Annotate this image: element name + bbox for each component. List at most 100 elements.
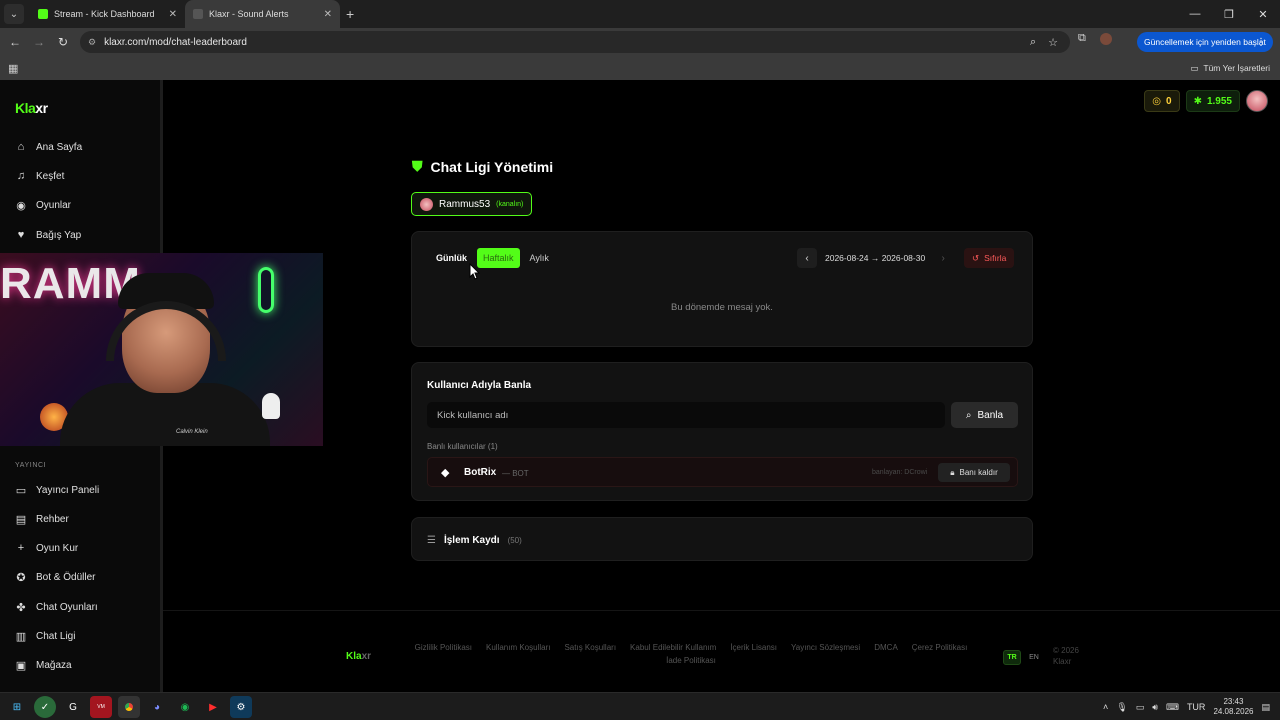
network-icon[interactable]: ▭ (1136, 702, 1145, 713)
keyboard-icon[interactable]: ⌨ (1166, 702, 1179, 713)
sidebar-item-ana-sayfa[interactable]: ⌂ Ana Sayfa (14, 137, 82, 157)
all-bookmarks-label: Tüm Yer İşaretleri (1203, 63, 1270, 73)
coins-badge[interactable]: ◎ 0 (1144, 90, 1180, 112)
sidebar-item-magaza[interactable]: ▣ Mağaza (14, 655, 72, 675)
update-button[interactable]: Güncellemek için yeniden başlat ⋮ (1137, 32, 1273, 52)
empty-message: Bu dönemde mesaj yok. (671, 302, 773, 313)
discord-icon[interactable]: ◕ (146, 696, 168, 718)
bot-icon: ✪ (16, 571, 26, 584)
spotify-icon[interactable]: ◉ (174, 696, 196, 718)
sidebar-item-chat-oyunlari[interactable]: ✤ Chat Oyunları (14, 597, 97, 617)
close-icon[interactable]: ✕ (169, 9, 177, 20)
reset-button[interactable]: ↺ Sıfırla (964, 248, 1015, 268)
sidebar-item-bot-oduller[interactable]: ✪ Bot & Ödüller (14, 567, 95, 587)
sidebar-item-rehber[interactable]: ▤ Rehber (14, 509, 69, 529)
notification-icon[interactable]: ▤ (1261, 702, 1270, 713)
lang-en-button[interactable]: EN (1025, 650, 1043, 665)
voicemeeter-icon[interactable]: VM (90, 696, 112, 718)
footer-link[interactable]: İçerik Lisansı (730, 643, 777, 652)
action-log-count: (50) (507, 536, 522, 545)
youtube-icon[interactable]: ▶ (202, 696, 224, 718)
app-icon[interactable]: ✓ (34, 696, 56, 718)
username-input[interactable]: Kick kullanıcı adı (427, 402, 945, 428)
header-stats: ◎ 0 ✱ 1.955 (1144, 90, 1268, 112)
tab-search-icon[interactable]: ⌄ (4, 4, 24, 24)
copyright-year: © 2026 (1053, 646, 1079, 655)
prev-period-button[interactable]: ‹ (797, 248, 817, 268)
steam-icon[interactable]: ⚙ (230, 696, 252, 718)
action-log-title: İşlem Kaydı (443, 535, 500, 546)
action-log-card[interactable]: ☰ İşlem Kaydı (50) (411, 517, 1033, 561)
ban-button-label: Banla (977, 409, 1004, 421)
footer-link[interactable]: Satış Koşulları (564, 643, 616, 652)
ban-button[interactable]: ⌕ Banla (951, 402, 1018, 428)
store-icon: ▣ (15, 659, 27, 672)
tab-gunluk[interactable]: Günlük (430, 248, 473, 268)
lang-tr-button[interactable]: TR (1003, 650, 1021, 665)
footer-link[interactable]: Kullanım Koşulları (486, 643, 550, 652)
forward-icon[interactable]: → (27, 35, 51, 49)
app-icon[interactable]: G (62, 696, 84, 718)
all-bookmarks-button[interactable]: ▭ Tüm Yer İşaretleri (1190, 63, 1270, 74)
tab-aylik[interactable]: Aylık (524, 248, 555, 268)
sidebar-item-chat-ligi[interactable]: ▥ Chat Ligi (14, 626, 76, 646)
neon-cactus (258, 267, 274, 313)
more-menu-icon[interactable]: ⋮ (1256, 37, 1266, 48)
unban-button[interactable]: 🔒︎ Banı kaldır (938, 463, 1010, 482)
clock[interactable]: 23:43 24.08.2026 (1213, 697, 1253, 717)
minimize-icon[interactable]: — (1178, 0, 1212, 28)
chevron-right-icon: › (941, 252, 945, 264)
input-language[interactable]: TUR (1187, 702, 1206, 712)
tab-haftalik[interactable]: Haftalık (477, 248, 520, 268)
footer-link[interactable]: İade Politikası (666, 656, 716, 665)
zoom-icon[interactable]: ⌕ (1030, 36, 1036, 49)
update-label: Güncellemek için yeniden başlat (1144, 37, 1266, 47)
points-badge[interactable]: ✱ 1.955 (1185, 90, 1240, 112)
profile-icon[interactable] (1099, 32, 1112, 45)
sidebar-item-kesfet[interactable]: ♫ Keşfet (14, 166, 64, 186)
list-item: ◆ BotRix — BOT banlayan: DCrowi 🔒︎ Banı … (427, 457, 1018, 487)
book-icon: ▤ (15, 513, 27, 526)
chevron-up-icon[interactable]: ˄ (1103, 702, 1108, 712)
back-icon[interactable]: ← (3, 35, 27, 49)
music-icon: ♫ (16, 170, 26, 182)
next-period-button[interactable]: › (933, 248, 953, 268)
footer-link[interactable]: Gizlilik Politikası (415, 643, 472, 652)
maximize-icon[interactable]: ❐ (1212, 0, 1246, 28)
avatar[interactable] (1246, 90, 1268, 112)
site-info-icon[interactable]: ⚙ (88, 37, 96, 48)
url-input[interactable]: ⚙ klaxr.com/mod/chat-leaderboard ⌕ ☆ (80, 31, 1070, 53)
sidebar-item-oyunlar[interactable]: ◉ Oyunlar (14, 195, 71, 215)
footer-link[interactable]: DMCA (874, 643, 898, 652)
sidebar-item-yayinci-paneli[interactable]: ▭ Yayıncı Paneli (14, 480, 99, 500)
banned-user-tag: — BOT (502, 469, 529, 478)
sidebar-item-oyun-kur[interactable]: + Oyun Kur (14, 538, 78, 558)
window-close-icon[interactable]: ✕ (1246, 0, 1280, 28)
footer-logo[interactable]: Klaxr (346, 651, 371, 662)
banned-by: banlayan: DCrowi (872, 469, 928, 476)
date: 24.08.2026 (1213, 707, 1254, 716)
page-title: ⛊ Chat Ligi Yönetimi (412, 158, 553, 175)
reset-icon: ↺ (972, 252, 980, 263)
extensions-icon[interactable]: ⧉ (1078, 32, 1086, 45)
avatar (420, 197, 433, 211)
channel-selector[interactable]: Rammus53 (kanalın) (411, 192, 533, 216)
new-tab-icon[interactable]: + (346, 6, 354, 22)
reload-icon[interactable]: ↻ (51, 35, 75, 49)
klaxr-logo[interactable]: Klaxr (15, 100, 48, 116)
footer-link[interactable]: Çerez Politikası (912, 643, 968, 652)
chrome-icon[interactable] (118, 696, 140, 718)
mic-icon[interactable]: 🎙︎ (1116, 702, 1127, 713)
list-icon: ☰ (427, 535, 436, 546)
sidebar-item-bagis-yap[interactable]: ♥ Bağış Yap (14, 225, 82, 245)
footer-link[interactable]: Kabul Edilebilir Kullanım (630, 643, 716, 652)
apps-grid-icon[interactable]: ▦ (8, 62, 18, 75)
browser-tab-klaxr[interactable]: Klaxr - Sound Alerts ✕ (185, 0, 340, 28)
footer-link[interactable]: Yayıncı Sözleşmesi (791, 643, 860, 652)
ban-card-title: Kullanıcı Adıyla Banla (427, 380, 532, 391)
close-icon[interactable]: ✕ (324, 9, 332, 20)
bookmark-star-icon[interactable]: ☆ (1048, 36, 1058, 49)
speaker-icon[interactable]: 🔊︎ (1152, 702, 1158, 713)
windows-start-icon[interactable]: ⊞ (6, 696, 28, 718)
browser-tab-kick[interactable]: Stream - Kick Dashboard ✕ (30, 0, 185, 28)
